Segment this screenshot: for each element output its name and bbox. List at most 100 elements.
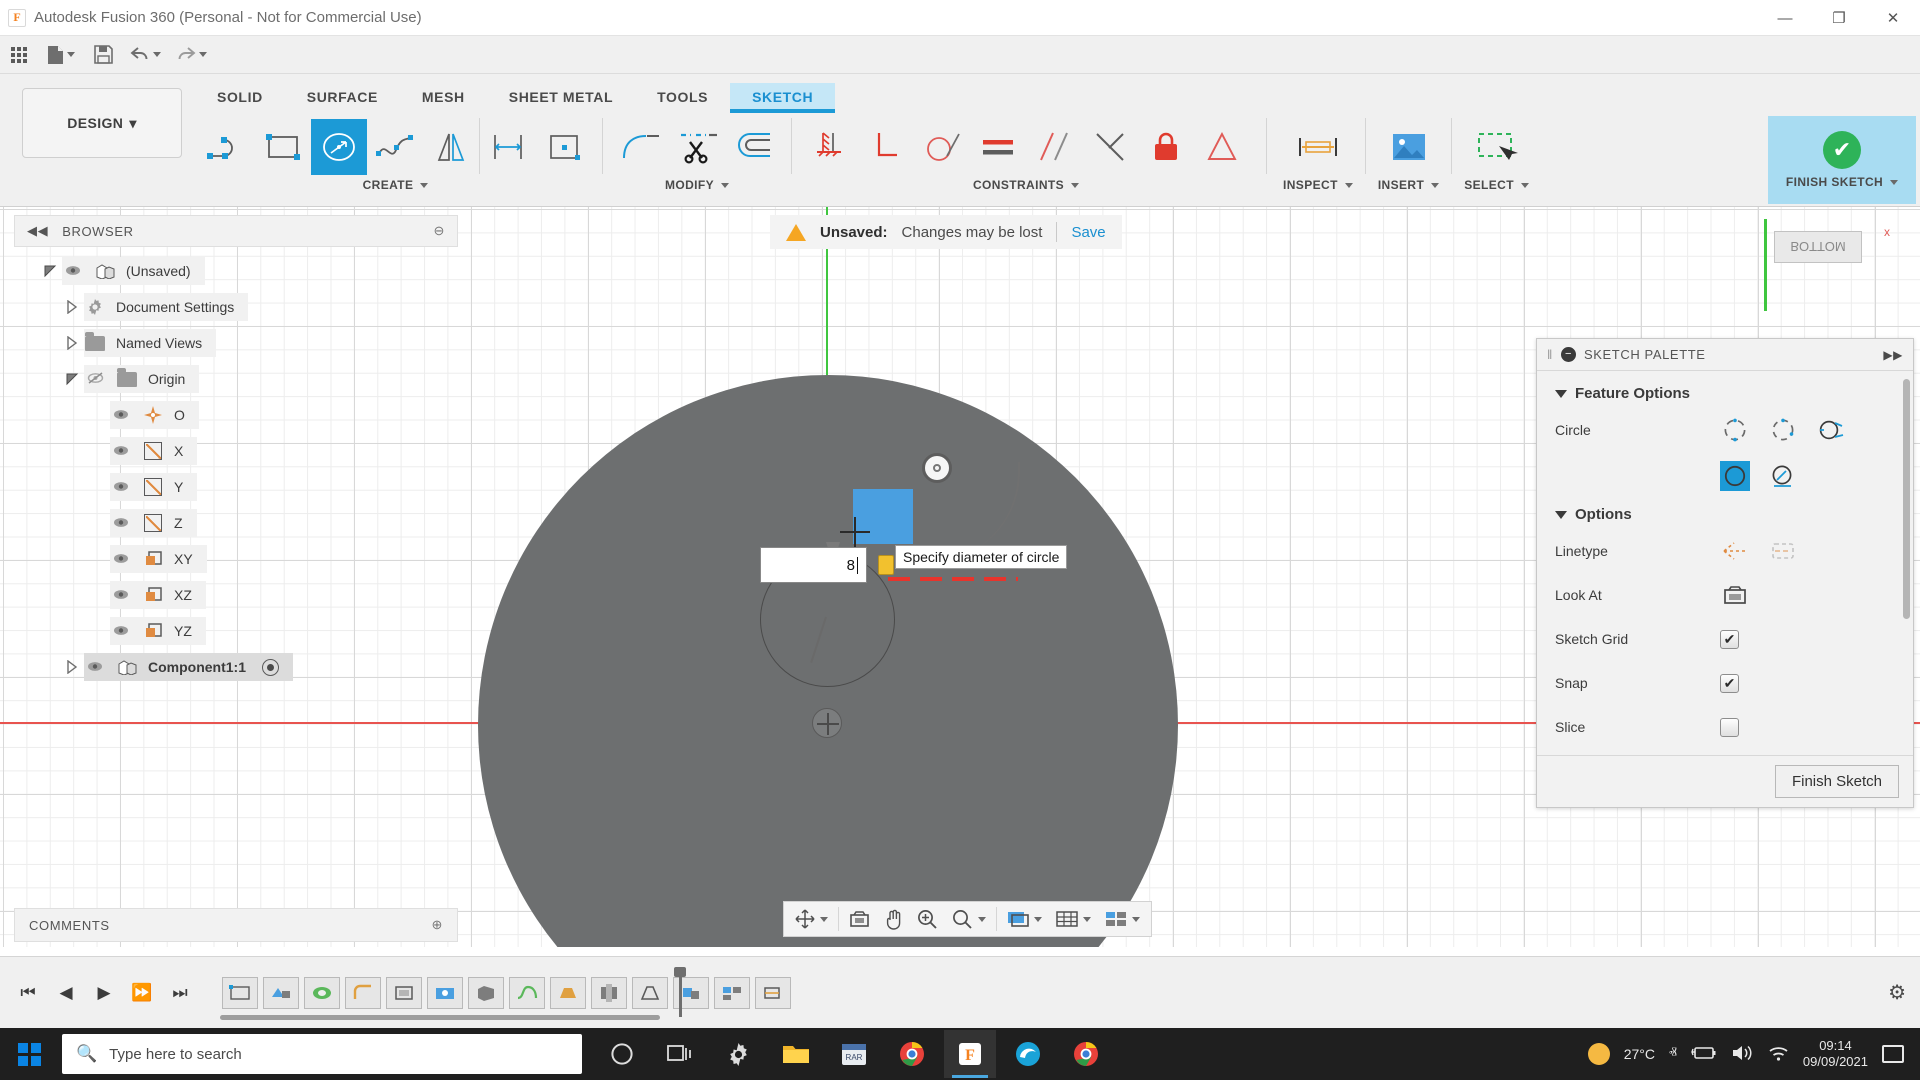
workspace-switcher[interactable]: DESIGN ▾ [22, 88, 182, 158]
timeline-feature[interactable] [755, 976, 791, 1009]
timeline-feature[interactable] [427, 976, 463, 1009]
settings-icon[interactable] [712, 1030, 764, 1078]
ribbon-tab-tools[interactable]: TOOLS [635, 83, 730, 111]
save-link[interactable]: Save [1071, 224, 1105, 241]
minimize-icon[interactable]: ⊖ [434, 223, 446, 239]
dimension-input[interactable]: 8 [760, 547, 867, 583]
section-feature-options[interactable]: Feature Options [1537, 379, 1913, 408]
tree-row-plane-xz[interactable]: XZ [14, 577, 458, 613]
offset-tool-icon[interactable] [725, 119, 781, 175]
look-at-icon[interactable] [1720, 580, 1750, 610]
lock-constraint-icon[interactable] [1138, 119, 1194, 175]
task-view-icon[interactable] [654, 1030, 706, 1078]
visibility-eye-icon[interactable] [84, 660, 106, 675]
wifi-icon[interactable] [1767, 1044, 1789, 1065]
view-cube-face-label[interactable]: BOTTOM [1774, 231, 1862, 263]
palette-scrollbar[interactable] [1903, 379, 1910, 619]
expand-icon[interactable]: ▶▶ [1883, 348, 1903, 362]
fix-constraint-icon[interactable] [802, 119, 858, 175]
ribbon-panel-label-create[interactable]: CREATE [363, 178, 429, 192]
redo-icon[interactable] [168, 38, 214, 72]
timeline-feature[interactable] [386, 976, 422, 1009]
line-tool-icon[interactable] [199, 119, 255, 175]
edge-icon[interactable] [1002, 1030, 1054, 1078]
view-cube[interactable]: BOTTOM x [1764, 219, 1890, 311]
chrome2-icon[interactable] [1060, 1030, 1112, 1078]
expander-down-icon[interactable] [60, 372, 84, 386]
file-explorer-icon[interactable] [770, 1030, 822, 1078]
winrar-icon[interactable]: RAR [828, 1030, 880, 1078]
spline-tool-icon[interactable] [367, 119, 423, 175]
expand-icon[interactable]: ⊕ [432, 917, 444, 933]
tree-row-plane-yz[interactable]: YZ [14, 613, 458, 649]
origin-point[interactable] [812, 708, 842, 738]
maximize-button[interactable]: ❐ [1812, 0, 1866, 36]
ribbon-panel-label-select[interactable]: SELECT [1464, 178, 1529, 192]
visibility-eye-icon[interactable] [110, 588, 132, 603]
slice-checkbox[interactable] [1720, 717, 1739, 737]
app-grid-icon[interactable] [0, 38, 38, 72]
timeline-feature[interactable] [632, 976, 668, 1009]
ribbon-tab-sheet-metal[interactable]: SHEET METAL [487, 83, 635, 111]
visibility-eye-icon[interactable] [110, 480, 132, 495]
ribbon-tab-solid[interactable]: SOLID [195, 83, 285, 111]
fusion360-icon[interactable]: F [944, 1030, 996, 1078]
timeline-settings-icon[interactable]: ⚙ [1888, 980, 1906, 1005]
ribbon-panel-label-constraints[interactable]: CONSTRAINTS [973, 178, 1080, 192]
symmetry-constraint-icon[interactable] [1194, 119, 1250, 175]
visibility-eye-icon[interactable] [110, 444, 132, 459]
timeline-feature[interactable] [509, 976, 545, 1009]
volume-icon[interactable] [1731, 1044, 1753, 1065]
coincident-constraint-icon[interactable] [1082, 119, 1138, 175]
timeline-first-button[interactable]: ⏮ [14, 979, 42, 1007]
minimize-button[interactable]: — [1758, 0, 1812, 36]
notification-icon[interactable] [1882, 1045, 1904, 1063]
tree-row-unsaved[interactable]: (Unsaved) [14, 253, 458, 289]
new-document-icon[interactable] [38, 38, 84, 72]
timeline-feature[interactable] [263, 976, 299, 1009]
lock-icon[interactable] [878, 555, 894, 575]
activate-component-radio[interactable] [262, 658, 279, 676]
finish-sketch-button[interactable]: Finish Sketch [1774, 765, 1899, 798]
undo-icon[interactable] [122, 38, 168, 72]
close-button[interactable]: ✕ [1866, 0, 1920, 36]
chrome-icon[interactable] [886, 1030, 938, 1078]
sketch-grid-checkbox[interactable]: ✔ [1720, 629, 1739, 649]
collapse-icon[interactable]: ◀◀ [27, 223, 48, 239]
tree-row-origin[interactable]: Origin [14, 361, 458, 397]
point-tool-icon[interactable] [536, 119, 592, 175]
rectangle-tool-icon[interactable] [255, 119, 311, 175]
orbit-icon[interactable] [788, 904, 835, 934]
taskbar-search-input[interactable]: 🔍 Type here to search [62, 1034, 582, 1074]
tree-row-plane-xy[interactable]: XY [14, 541, 458, 577]
fillet-tool-icon[interactable] [613, 119, 669, 175]
tray-chevron-up-icon[interactable]: ⱏ [1669, 1045, 1677, 1063]
expander-right-icon[interactable] [60, 300, 84, 314]
viewports-icon[interactable] [1098, 904, 1147, 934]
expander-right-icon[interactable] [60, 336, 84, 350]
tree-row-document-settings[interactable]: Document Settings [14, 289, 458, 325]
dimension-tool-icon[interactable] [480, 119, 536, 175]
visibility-eye-icon[interactable] [110, 408, 132, 423]
mirror-tool-icon[interactable] [423, 119, 479, 175]
visibility-eye-icon[interactable] [110, 624, 132, 639]
expander-right-icon[interactable] [60, 660, 84, 674]
visibility-eye-icon[interactable] [62, 264, 84, 279]
drag-handle-icon[interactable]: ‖ [1547, 347, 1553, 362]
ribbon-tab-mesh[interactable]: MESH [400, 83, 487, 111]
trim-tool-icon[interactable] [669, 119, 725, 175]
timeline-feature[interactable] [550, 976, 586, 1009]
circle-tool-icon[interactable] [311, 119, 367, 175]
ribbon-panel-label-inspect[interactable]: INSPECT [1283, 178, 1353, 192]
minimize-icon[interactable]: − [1560, 347, 1576, 362]
visibility-eye-icon[interactable] [110, 552, 132, 567]
tree-row-component1[interactable]: Component1:1 [14, 649, 458, 685]
expander-down-icon[interactable] [38, 264, 62, 278]
pan-icon[interactable] [877, 904, 910, 934]
timeline-marker[interactable] [674, 966, 686, 1021]
weather-temperature[interactable]: 27°C [1624, 1046, 1655, 1062]
tree-row-axis-z[interactable]: Z [14, 505, 458, 541]
zoom-icon[interactable] [910, 904, 945, 934]
construction-line-icon[interactable] [1720, 536, 1750, 566]
timeline-last-button[interactable]: ⏭ [166, 979, 194, 1007]
